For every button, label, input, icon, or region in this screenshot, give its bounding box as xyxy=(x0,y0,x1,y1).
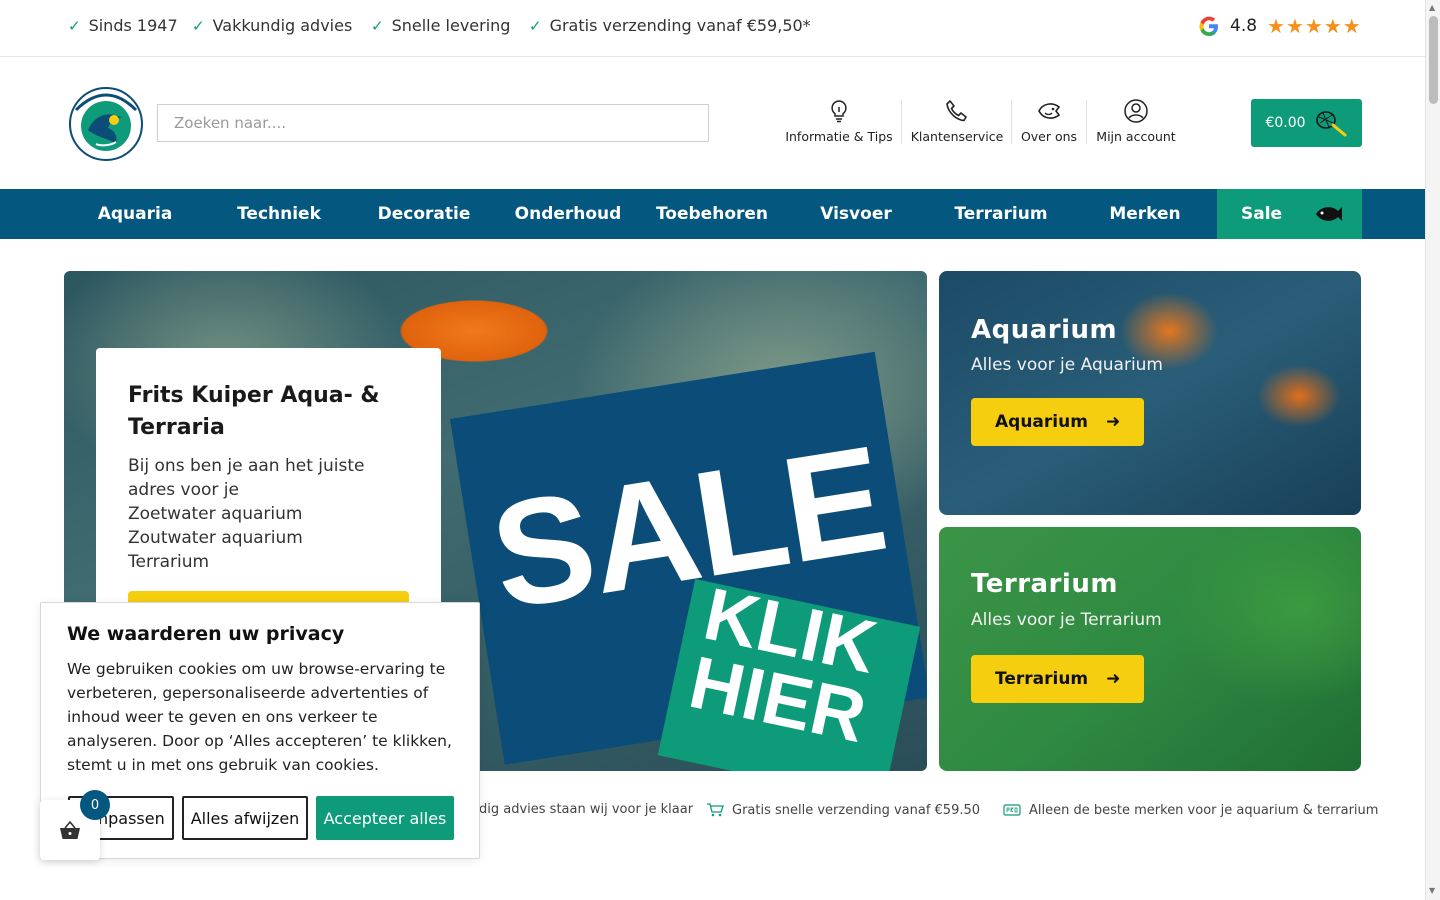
check-icon: ✓ xyxy=(192,16,205,35)
card-subtitle: Alles voor je Aquarium xyxy=(971,355,1163,375)
nav-toebehoren[interactable]: Toebehoren xyxy=(640,189,784,239)
usp-advice-text: dig advies staan wij voor je klaar xyxy=(479,802,694,817)
arrow-right-icon: ➜ xyxy=(1106,669,1121,689)
usp-shipping: Gratis snelle verzending vanaf €59.50 xyxy=(706,802,980,818)
divider xyxy=(1086,100,1087,144)
usp-item: ✓ Vakkundig advies xyxy=(192,16,353,35)
card-title: Aquarium xyxy=(971,315,1118,345)
nav-my-account[interactable]: Mijn account xyxy=(1094,98,1178,144)
divider xyxy=(901,100,902,144)
arrow-right-icon: ➜ xyxy=(1105,412,1121,432)
nav-merken[interactable]: Merken xyxy=(1073,189,1217,239)
basket-icon xyxy=(60,820,80,839)
terrarium-button-label: Terrarium xyxy=(995,669,1089,689)
scrollbar-thumb[interactable] xyxy=(1429,16,1438,104)
cart-icon xyxy=(707,803,724,817)
nav-onderhoud[interactable]: Onderhoud xyxy=(496,189,640,239)
hero-card-line: Bij ons ben je aan het juiste adres voor… xyxy=(128,456,365,500)
hero-card-line: Zoutwater aquarium xyxy=(128,528,303,548)
nav-account-label: Mijn account xyxy=(1096,129,1176,144)
phone-icon xyxy=(946,100,967,122)
pro-badge-icon xyxy=(1003,804,1021,816)
nav-visvoer[interactable]: Visvoer xyxy=(784,189,928,239)
usp-item: ✓ Gratis verzending vanaf €59,50* xyxy=(529,16,811,35)
scroll-down-arrow-icon[interactable]: ▼ xyxy=(1429,886,1435,895)
google-rating[interactable]: 4.8 ★★★★★ xyxy=(1196,13,1362,39)
usp-advice: dig advies staan wij voor je klaar xyxy=(479,802,693,817)
nav-decoratie[interactable]: Decoratie xyxy=(352,189,496,239)
divider xyxy=(1011,100,1012,144)
nav-terrarium[interactable]: Terrarium xyxy=(929,189,1073,239)
rating-stars: ★★★★★ xyxy=(1267,14,1362,38)
fish-icon xyxy=(1038,103,1061,119)
fish-icon xyxy=(1316,207,1342,221)
aquarium-category-card[interactable]: Aquarium Alles voor je Aquarium Aquarium… xyxy=(939,271,1361,515)
lightbulb-icon xyxy=(831,100,847,123)
card-title: Terrarium xyxy=(971,569,1118,599)
nav-about-label: Over ons xyxy=(1020,129,1078,144)
check-icon: ✓ xyxy=(68,16,81,35)
frits-kuiper-logo[interactable] xyxy=(66,80,146,164)
nav-service-label: Klantenservice xyxy=(910,129,1004,144)
usp-item: ✓ Snelle levering xyxy=(371,16,511,35)
card-subtitle: Alles voor je Terrarium xyxy=(971,610,1162,630)
check-icon: ✓ xyxy=(371,16,384,35)
hero-card-line: Zoetwater aquarium xyxy=(128,504,303,524)
nav-aquaria[interactable]: Aquaria xyxy=(63,189,207,239)
nav-customer-service[interactable]: Klantenservice xyxy=(909,98,1005,144)
terrarium-button[interactable]: Terrarium ➜ xyxy=(971,655,1145,703)
aquarium-button[interactable]: Aquarium ➜ xyxy=(971,398,1145,446)
cookie-reject-button[interactable]: Alles afwijzen xyxy=(182,796,308,840)
usp-brands-text: Alleen de beste merken voor je aquarium … xyxy=(1029,802,1379,818)
cookie-consent-banner: We waarderen uw privacy We gebruiken coo… xyxy=(40,602,480,859)
check-icon: ✓ xyxy=(529,16,542,35)
aquarium-button-label: Aquarium xyxy=(995,412,1088,432)
rating-value: 4.8 xyxy=(1230,16,1258,36)
usp-item: ✓ Sinds 1947 xyxy=(68,16,178,35)
hero-card-title: Frits Kuiper Aqua- & Terraria xyxy=(128,383,380,440)
terrarium-category-card[interactable]: Terrarium Alles voor je Terrarium Terrar… xyxy=(939,527,1361,771)
cookie-title: We waarderen uw privacy xyxy=(67,623,345,645)
usp-topbar: ✓ Sinds 1947 ✓ Vakkundig advies ✓ Snelle le… xyxy=(0,0,1425,57)
usp-brands: Alleen de beste merken voor je aquarium … xyxy=(1003,802,1378,818)
nav-info-tips[interactable]: Informatie & Tips xyxy=(784,98,894,144)
cart-total: €0.00 xyxy=(1265,115,1306,131)
cookie-text: We gebruiken cookies om uw browse-ervari… xyxy=(67,660,452,774)
user-icon xyxy=(1124,99,1148,123)
nav-about-us[interactable]: Over ons xyxy=(1019,98,1079,144)
nav-techniek[interactable]: Techniek xyxy=(207,189,351,239)
cookie-accept-button[interactable]: Accepteer alles xyxy=(316,796,454,840)
cart-button[interactable]: €0.00 xyxy=(1251,99,1362,147)
nav-info-label: Informatie & Tips xyxy=(785,129,893,144)
fishing-net-icon xyxy=(1315,111,1347,137)
nav-sale[interactable]: Sale xyxy=(1217,189,1362,239)
search-input[interactable] xyxy=(157,104,709,142)
main-navigation: Aquaria Techniek Decoratie Onderhoud Toe… xyxy=(0,189,1425,239)
mini-basket-count-badge: 0 xyxy=(80,790,110,820)
scroll-up-arrow-icon[interactable]: ▲ xyxy=(1429,3,1435,12)
page-scrollbar[interactable]: ▲ ▼ xyxy=(1425,0,1440,900)
usp-shipping-text: Gratis snelle verzending vanaf €59.50 xyxy=(732,802,981,818)
google-icon xyxy=(1199,16,1218,37)
hero-card-line: Terrarium xyxy=(128,552,210,572)
nav-sale-label: Sale xyxy=(1241,204,1283,224)
